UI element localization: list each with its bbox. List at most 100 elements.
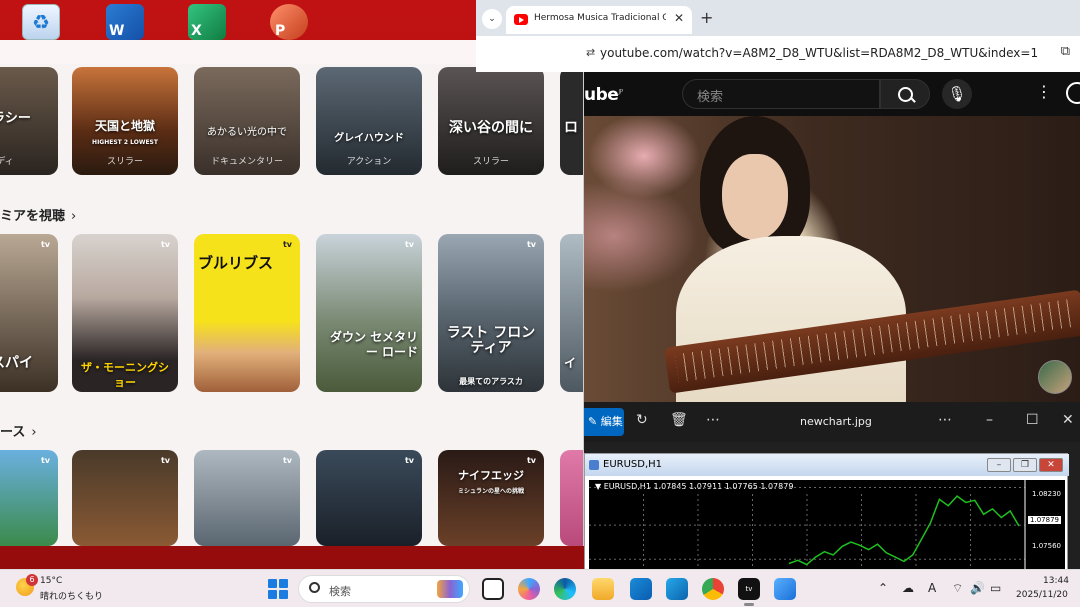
- section-title: ース: [0, 425, 26, 440]
- delete-icon[interactable]: 🗑: [670, 412, 688, 428]
- tab-search-icon[interactable]: ⌄: [482, 9, 502, 29]
- channel-avatar[interactable]: [1038, 360, 1072, 394]
- apple-tv-badge: tv: [282, 456, 292, 465]
- close-tab-icon[interactable]: ✕: [674, 11, 684, 25]
- apple-tv-badge: tv: [282, 240, 292, 249]
- price-chart: [589, 480, 1026, 570]
- chart-plot: ▼ EURUSD,H1 1.07845 1.07911 1.07765 1.07…: [589, 480, 1065, 570]
- microphone-icon[interactable]: 🎙: [942, 79, 972, 109]
- poster-title: ミラシー: [0, 111, 31, 126]
- apple-tv-badge: tv: [40, 240, 50, 249]
- poster-title: ラスト フロンティア: [446, 325, 536, 356]
- poster-card[interactable]: 天国と地獄 HIGHEST 2 LOWEST スリラー: [72, 67, 178, 175]
- microsoft-store-icon[interactable]: [630, 578, 652, 600]
- apple-tv-window: – ☐ ✕ ミラシー ディ 天国と地獄 HIGHEST 2 LOWEST スリラ…: [0, 40, 584, 546]
- photos-app-icon[interactable]: [774, 578, 796, 600]
- tab-title: Hermosa Musica Tradicional Ch: [534, 13, 666, 23]
- more-options-icon[interactable]: ⋯: [706, 412, 720, 428]
- poster-card[interactable]: tv: [0, 450, 58, 546]
- address-bar[interactable]: ⇄ youtube.com/watch?v=A8M2_D8_WTU&list=R…: [476, 36, 1080, 72]
- word-icon[interactable]: [106, 4, 144, 40]
- volume-icon[interactable]: 🔊: [970, 581, 985, 595]
- more-options-icon[interactable]: ⋯: [938, 412, 952, 428]
- poster-title: ロ: [564, 120, 578, 136]
- poster-card[interactable]: グレイハウンド アクション: [316, 67, 422, 175]
- poster-genre: ディ: [0, 157, 14, 167]
- apple-tv-badge: tv: [160, 240, 170, 249]
- video-player[interactable]: [584, 116, 1080, 402]
- start-button[interactable]: [268, 579, 288, 599]
- clock-time[interactable]: 13:44: [1043, 576, 1069, 586]
- chevron-up-icon[interactable]: ⌃: [878, 581, 888, 595]
- poster-card[interactable]: tv: [316, 450, 422, 546]
- poster-card[interactable]: ミラシー ディ: [0, 67, 58, 175]
- edge-icon[interactable]: [554, 578, 576, 600]
- apple-tv-badge: tv: [404, 456, 414, 465]
- price-tick: 1.07560: [1032, 542, 1061, 550]
- task-view-icon[interactable]: [482, 578, 504, 600]
- outlook-icon[interactable]: [666, 578, 688, 600]
- cast-icon[interactable]: ⧉: [1061, 44, 1070, 59]
- poster-genre: スリラー: [472, 157, 509, 167]
- search-icon[interactable]: [880, 79, 930, 109]
- clock-date[interactable]: 2025/11/20: [1016, 590, 1068, 600]
- poster-card[interactable]: tv: [194, 450, 300, 546]
- copilot-icon[interactable]: [518, 578, 540, 600]
- site-info-icon[interactable]: ⇄: [586, 46, 595, 59]
- section-heading[interactable]: ミアを視聴 ›: [0, 205, 76, 224]
- poster-card[interactable]: tv ザ・モーニングショー: [72, 234, 178, 392]
- close-button[interactable]: ✕: [1039, 458, 1063, 472]
- poster-card[interactable]: ロ: [560, 67, 583, 175]
- poster-card[interactable]: [560, 450, 583, 546]
- url-text[interactable]: youtube.com/watch?v=A8M2_D8_WTU&list=RDA…: [600, 46, 1038, 60]
- poster-title: のスパイ: [0, 355, 33, 371]
- poster-card[interactable]: tv ブルリブス: [194, 234, 300, 392]
- more-options-icon[interactable]: ⋮: [1036, 82, 1052, 101]
- poster-genre: ドキュメンタリー: [210, 157, 283, 167]
- minimize-button[interactable]: –: [986, 412, 993, 428]
- taskbar-search[interactable]: 検索: [298, 575, 470, 603]
- restore-button[interactable]: ❐: [1013, 458, 1037, 472]
- maximize-button[interactable]: ☐: [1026, 412, 1039, 428]
- poster-card[interactable]: イ: [560, 234, 583, 392]
- edit-button[interactable]: ✎ 編集: [584, 408, 624, 436]
- youtube-logo[interactable]: ubeJP: [584, 85, 623, 105]
- excel-icon[interactable]: [188, 4, 226, 40]
- browser-tab[interactable]: Hermosa Musica Tradicional Ch ✕: [506, 6, 692, 34]
- chart-window-title: EURUSD,H1: [603, 459, 663, 470]
- powerpoint-icon[interactable]: [270, 4, 308, 40]
- account-icon[interactable]: [1066, 82, 1080, 104]
- photos-window: ✎ 編集 ↻ 🗑 ⋯ newchart.jpg ⋯ – ☐ ✕ EURUSD,H…: [584, 402, 1080, 570]
- poster-card[interactable]: tv: [72, 450, 178, 546]
- current-price-tick: 1.07879: [1028, 516, 1061, 524]
- new-tab-icon[interactable]: +: [700, 8, 713, 27]
- rotate-icon[interactable]: ↻: [636, 412, 648, 428]
- apple-tv-app-icon[interactable]: tv: [738, 578, 760, 606]
- poster-title: 深い谷の間に: [449, 120, 533, 136]
- wifi-icon[interactable]: ⌔: [952, 581, 963, 596]
- logo-region: JP: [618, 88, 623, 96]
- poster-card[interactable]: tv ラスト フロンティア 最果てのアラスカ: [438, 234, 544, 392]
- search-input[interactable]: 検索: [682, 79, 880, 109]
- apple-tv-badge: tv: [160, 456, 170, 465]
- recycle-bin-icon[interactable]: [22, 4, 60, 40]
- close-button[interactable]: ✕: [1062, 412, 1074, 428]
- search-placeholder: 検索: [697, 90, 724, 105]
- apple-tv-badge: tv: [526, 240, 536, 249]
- poster-card[interactable]: あかるい光の中で ドキュメンタリー: [194, 67, 300, 175]
- poster-card[interactable]: 深い谷の間に スリラー: [438, 67, 544, 175]
- poster-card[interactable]: tv ナイフエッジ ミシュランの星への挑戦: [438, 450, 544, 546]
- chrome-icon[interactable]: [702, 578, 724, 600]
- notification-badge: 6: [26, 574, 38, 586]
- file-explorer-icon[interactable]: [592, 578, 614, 600]
- section-heading[interactable]: ース ›: [0, 421, 37, 440]
- cloud-offline-icon[interactable]: ☁: [902, 581, 914, 595]
- minimize-button[interactable]: –: [987, 458, 1011, 472]
- poster-card[interactable]: tv ダウン セメタリー ロード: [316, 234, 422, 392]
- ime-icon[interactable]: A: [928, 581, 936, 595]
- poster-card[interactable]: tv のスパイ: [0, 234, 58, 392]
- search-icon: [309, 582, 320, 593]
- apple-tv-badge: tv: [404, 240, 414, 249]
- battery-icon[interactable]: ▭: [990, 581, 1001, 595]
- section-title: ミアを視聴: [0, 209, 66, 224]
